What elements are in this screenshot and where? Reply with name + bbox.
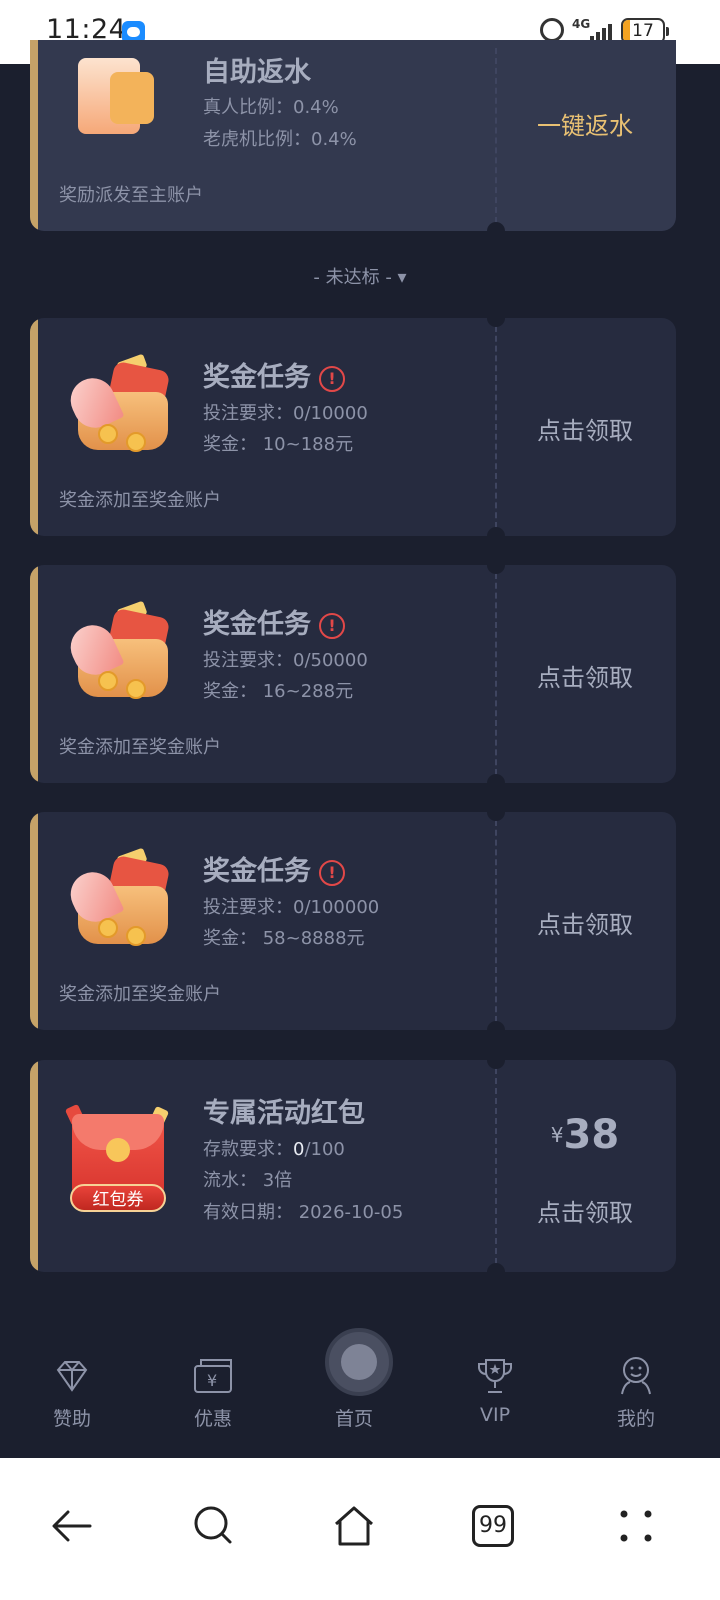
claim-button[interactable]: 点击领取	[505, 411, 665, 446]
task-title: 奖金任务	[203, 362, 311, 393]
battery-tip	[666, 27, 669, 36]
card-notch	[487, 222, 505, 231]
card-accent	[30, 812, 38, 1030]
profile-icon	[621, 1357, 651, 1395]
requirement-value: 0/50000	[293, 650, 368, 671]
rebate-title: 自助返水	[203, 57, 311, 88]
rebate-card: 自助返水 真人比例：0.4% 老虎机比例：0.4% 奖励派发至主账户 一键返水	[30, 40, 676, 231]
turnover-requirement: 流水： 3倍	[203, 1170, 293, 1191]
requirement-label: 投注要求：	[203, 403, 293, 424]
warning-icon[interactable]: !	[319, 612, 345, 639]
card-notch	[487, 774, 505, 783]
card-notch	[487, 1263, 505, 1272]
nav-label: 赞助	[52, 1408, 91, 1430]
card-accent	[30, 318, 38, 536]
rebate-illustration	[66, 58, 166, 148]
soccer-ball-icon	[325, 1328, 393, 1396]
deposit-requirement: 存款要求：0/100	[203, 1135, 345, 1161]
task-bonus: 奖金： 58~8888元	[203, 928, 365, 949]
system-navigation-bar: 99	[0, 1458, 720, 1600]
card-accent	[30, 40, 38, 231]
card-divider	[495, 326, 497, 528]
search-icon[interactable]	[190, 1502, 238, 1550]
task-footer: 奖金添加至奖金账户	[59, 490, 221, 511]
bonus-task-card: 奖金任务! 投注要求：0/100000 奖金： 58~8888元 奖金添加至奖金…	[30, 812, 676, 1030]
card-notch	[487, 565, 505, 574]
currency-symbol: ¥	[550, 1123, 564, 1147]
task-title-row: 奖金任务!	[203, 602, 345, 641]
nav-label: VIP	[479, 1404, 511, 1426]
treasure-chest-illustration	[63, 847, 174, 952]
home-icon[interactable]	[330, 1502, 378, 1550]
unqualified-section-toggle[interactable]: - 未达标 - ▾	[0, 263, 720, 289]
card-accent	[30, 565, 38, 783]
one-click-rebate-button[interactable]: 一键返水	[505, 106, 665, 141]
task-title: 奖金任务	[203, 609, 311, 640]
requirement-label: 投注要求：	[203, 897, 293, 918]
task-requirement: 投注要求：0/50000	[203, 646, 368, 672]
tabs-button[interactable]: 99	[472, 1505, 514, 1547]
task-bonus: 奖金： 16~288元	[203, 681, 354, 702]
red-packet-title: 专属活动红包	[203, 1098, 365, 1129]
card-notch	[487, 812, 505, 821]
task-footer: 奖金添加至奖金账户	[59, 984, 221, 1005]
requirement-label: 投注要求：	[203, 650, 293, 671]
warning-icon[interactable]: !	[319, 365, 345, 392]
task-footer: 奖金添加至奖金账户	[59, 737, 221, 758]
task-title: 奖金任务	[203, 856, 311, 887]
card-notch	[487, 527, 505, 536]
deposit-total: /100	[304, 1139, 345, 1160]
signal-icon	[590, 20, 616, 42]
network-type: 4G	[572, 17, 591, 31]
validity-date: 有效日期： 2026-10-05	[203, 1202, 404, 1223]
deposit-label: 存款要求：	[203, 1139, 293, 1160]
card-divider	[495, 48, 497, 223]
rebate-doc-chart	[110, 72, 154, 124]
back-arrow-icon[interactable]	[48, 1502, 96, 1550]
deposit-done: 0	[293, 1139, 305, 1160]
bottom-navigation: 赞助 ¥ 优惠 首页 VIP 我的	[0, 1316, 720, 1458]
warning-icon[interactable]: !	[319, 859, 345, 886]
claim-button[interactable]: 点击领取	[505, 1193, 665, 1228]
coupon-icon: ¥	[194, 1359, 232, 1393]
card-accent	[30, 1060, 38, 1272]
task-title-row: 奖金任务!	[203, 849, 345, 888]
requirement-value: 0/10000	[293, 403, 368, 424]
nav-label: 我的	[616, 1408, 655, 1430]
claim-button[interactable]: 点击领取	[505, 905, 665, 940]
task-title-row: 奖金任务!	[203, 355, 345, 394]
svg-text:¥: ¥	[207, 1371, 217, 1390]
red-packet-badge: 红包券	[70, 1184, 166, 1212]
claim-button[interactable]: 点击领取	[505, 658, 665, 693]
nav-label: 首页	[334, 1408, 373, 1430]
task-bonus: 奖金： 10~188元	[203, 434, 354, 455]
alarm-icon	[540, 18, 564, 42]
card-notch	[487, 1021, 505, 1030]
bonus-task-card: 奖金任务! 投注要求：0/50000 奖金： 16~288元 奖金添加至奖金账户…	[30, 565, 676, 783]
card-divider	[495, 820, 497, 1022]
red-packet-amount: ¥38	[505, 1112, 665, 1158]
card-notch	[487, 1060, 505, 1069]
rebate-live-ratio: 真人比例：0.4%	[203, 97, 339, 118]
red-packet-illustration: 红包券	[64, 1100, 170, 1220]
nav-label: 优惠	[193, 1408, 232, 1430]
trophy-icon	[478, 1359, 512, 1393]
red-packet-card: 红包券 专属活动红包 存款要求：0/100 流水： 3倍 有效日期： 2026-…	[30, 1060, 676, 1272]
rebate-footer: 奖励派发至主账户	[59, 185, 203, 206]
rebate-slot-ratio: 老虎机比例：0.4%	[203, 129, 357, 150]
amount-value: 38	[563, 1112, 620, 1158]
treasure-chest-illustration	[63, 353, 174, 458]
menu-dots-icon[interactable]	[612, 1502, 660, 1550]
battery-level: 17	[632, 21, 654, 41]
requirement-value: 0/100000	[293, 897, 380, 918]
card-notch	[487, 318, 505, 327]
task-requirement: 投注要求：0/100000	[203, 893, 379, 919]
card-divider	[495, 1068, 497, 1264]
treasure-chest-illustration	[63, 600, 174, 705]
task-requirement: 投注要求：0/10000	[203, 399, 368, 425]
bonus-task-card: 奖金任务! 投注要求：0/10000 奖金： 10~188元 奖金添加至奖金账户…	[30, 318, 676, 536]
card-divider	[495, 573, 497, 775]
diamond-icon	[56, 1361, 88, 1392]
